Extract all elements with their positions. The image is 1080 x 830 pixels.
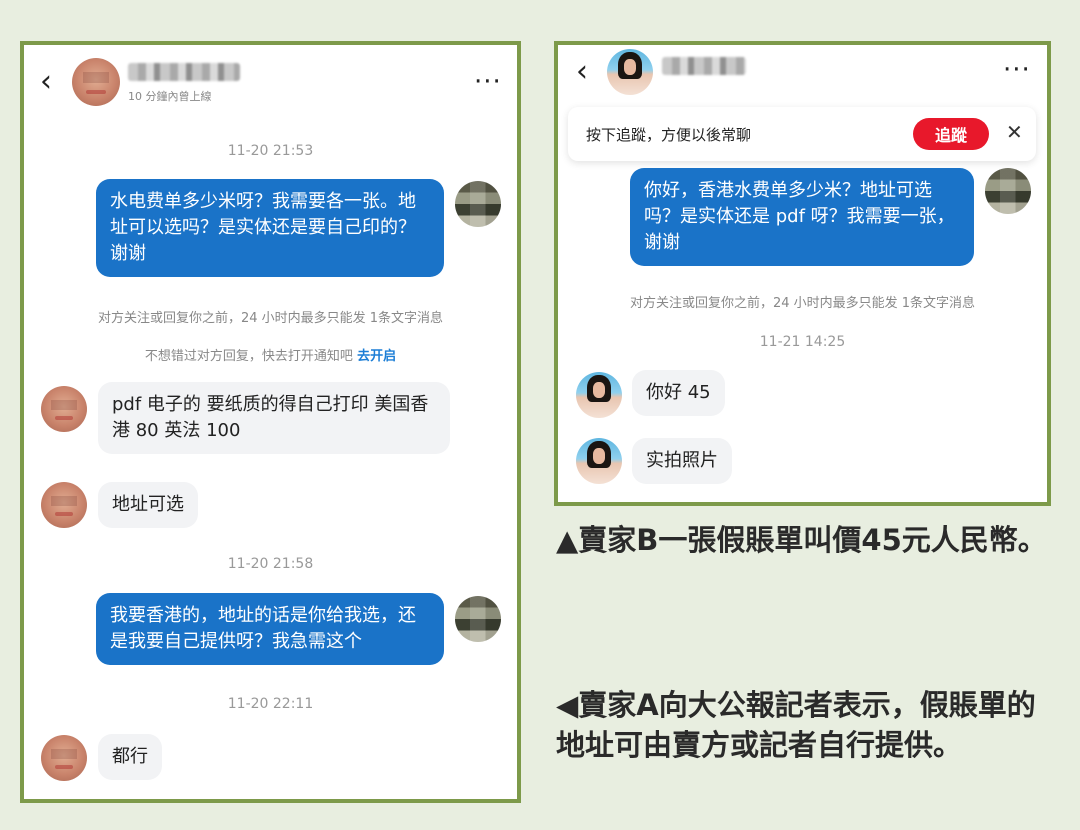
- incoming-message[interactable]: 地址可选: [98, 482, 198, 528]
- outgoing-message[interactable]: 我要香港的，地址的话是你给我选，还是我要自己提供呀？我急需这个: [96, 593, 444, 665]
- timestamp: 11-20 22:11: [227, 696, 314, 712]
- timestamp: 11-20 21:58: [227, 556, 314, 572]
- system-note-message-limit: 对方关注或回复你之前，24 小时内最多只能发 1条文字消息: [97, 311, 444, 326]
- system-note-notifications: 不想错过对方回复，快去打开通知吧 去开启: [24, 345, 517, 364]
- contact-avatar[interactable]: [576, 438, 622, 484]
- contact-name-blurred: [662, 57, 746, 75]
- follow-prompt-bar: 按下追蹤，方便以後常聊 追蹤 ✕: [568, 107, 1036, 161]
- incoming-message[interactable]: 你好 45: [632, 370, 725, 416]
- caption-seller-a: ◀賣家A向大公報記者表示，假賬單的地址可由賣方或記者自行提供。: [556, 688, 1036, 762]
- contact-status: 10 分鐘內曾上線: [128, 90, 212, 103]
- incoming-message[interactable]: 实拍照片: [632, 438, 732, 484]
- follow-prompt-text: 按下追蹤，方便以後常聊: [586, 126, 752, 144]
- contact-avatar[interactable]: [41, 482, 87, 528]
- timestamp: 11-21 14:25: [759, 334, 846, 350]
- self-avatar: [455, 181, 501, 227]
- self-avatar: [985, 168, 1031, 214]
- caption-seller-b: ▲賣家B一張假賬單叫價45元人民幣。: [556, 523, 1047, 557]
- contact-avatar[interactable]: [41, 386, 87, 432]
- more-options-icon[interactable]: ···: [474, 69, 502, 95]
- notification-hint-text: 不想错过对方回复，快去打开通知吧: [144, 349, 353, 364]
- chat-panel-seller-a: ‹ 10 分鐘內曾上線 ··· 11-20 21:53 水电费单多少米呀？我需要…: [20, 41, 521, 803]
- incoming-message[interactable]: 都行: [98, 734, 162, 780]
- contact-avatar[interactable]: [607, 49, 653, 95]
- outgoing-message[interactable]: 水电费单多少米呀？我需要各一张。地址可以选吗？是实体还是要自己印的？谢谢: [96, 179, 444, 277]
- enable-notifications-link[interactable]: 去开启: [357, 349, 396, 364]
- more-options-icon[interactable]: ···: [1003, 57, 1031, 83]
- follow-button[interactable]: 追蹤: [913, 118, 989, 150]
- contact-name-blurred: [128, 63, 240, 81]
- chat-panel-seller-b: ‹ ··· 按下追蹤，方便以後常聊 追蹤 ✕ 你好，香港水费单多少米？地址可选吗…: [554, 41, 1051, 506]
- system-note-message-limit: 对方关注或回复你之前，24 小时内最多只能发 1条文字消息: [629, 296, 976, 311]
- outgoing-message[interactable]: 你好，香港水费单多少米？地址可选吗？是实体还是 pdf 呀？我需要一张，谢谢: [630, 168, 974, 266]
- contact-avatar[interactable]: [576, 372, 622, 418]
- back-arrow-icon[interactable]: ‹: [576, 57, 588, 87]
- incoming-message[interactable]: pdf 电子的 要纸质的得自己打印 美国香港 80 英法 100: [98, 382, 450, 454]
- contact-avatar[interactable]: [72, 58, 120, 106]
- timestamp: 11-20 21:53: [227, 143, 314, 159]
- contact-avatar[interactable]: [41, 735, 87, 781]
- self-avatar: [455, 596, 501, 642]
- close-icon[interactable]: ✕: [1006, 120, 1023, 144]
- back-arrow-icon[interactable]: ‹: [40, 67, 52, 97]
